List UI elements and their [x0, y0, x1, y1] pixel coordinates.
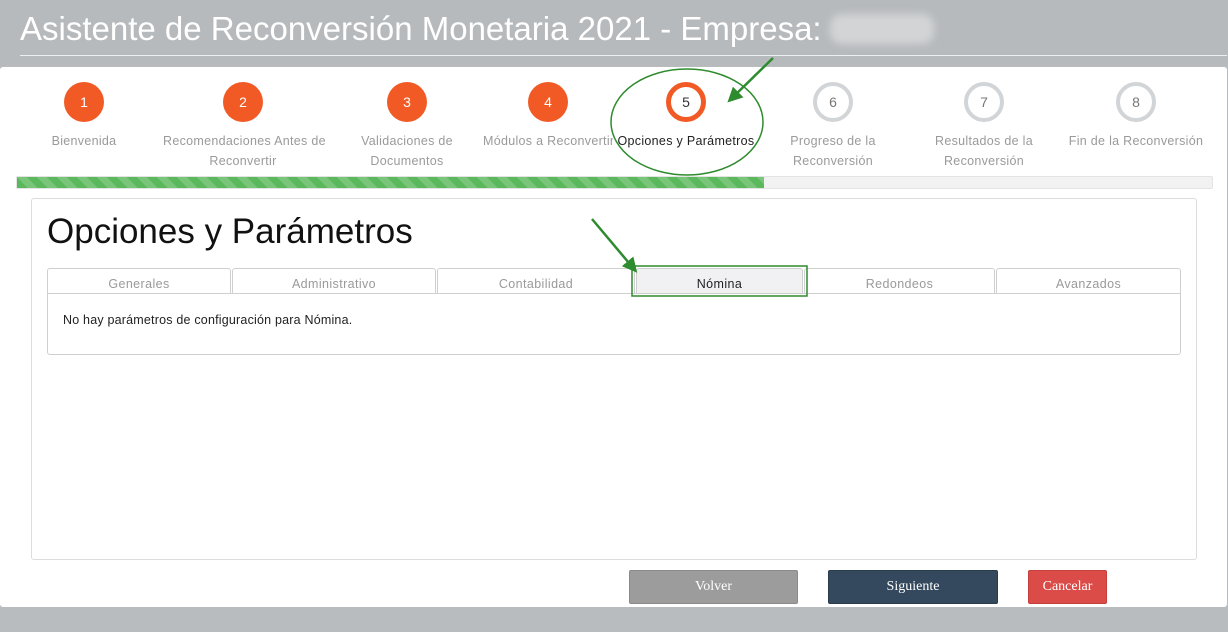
annotation-rectangle	[631, 265, 808, 297]
annotation-arrow-icon	[591, 218, 638, 273]
annotation-arrow-icon	[727, 57, 774, 103]
annotation-ellipse	[610, 68, 764, 176]
annotation-overlay	[591, 57, 808, 297]
